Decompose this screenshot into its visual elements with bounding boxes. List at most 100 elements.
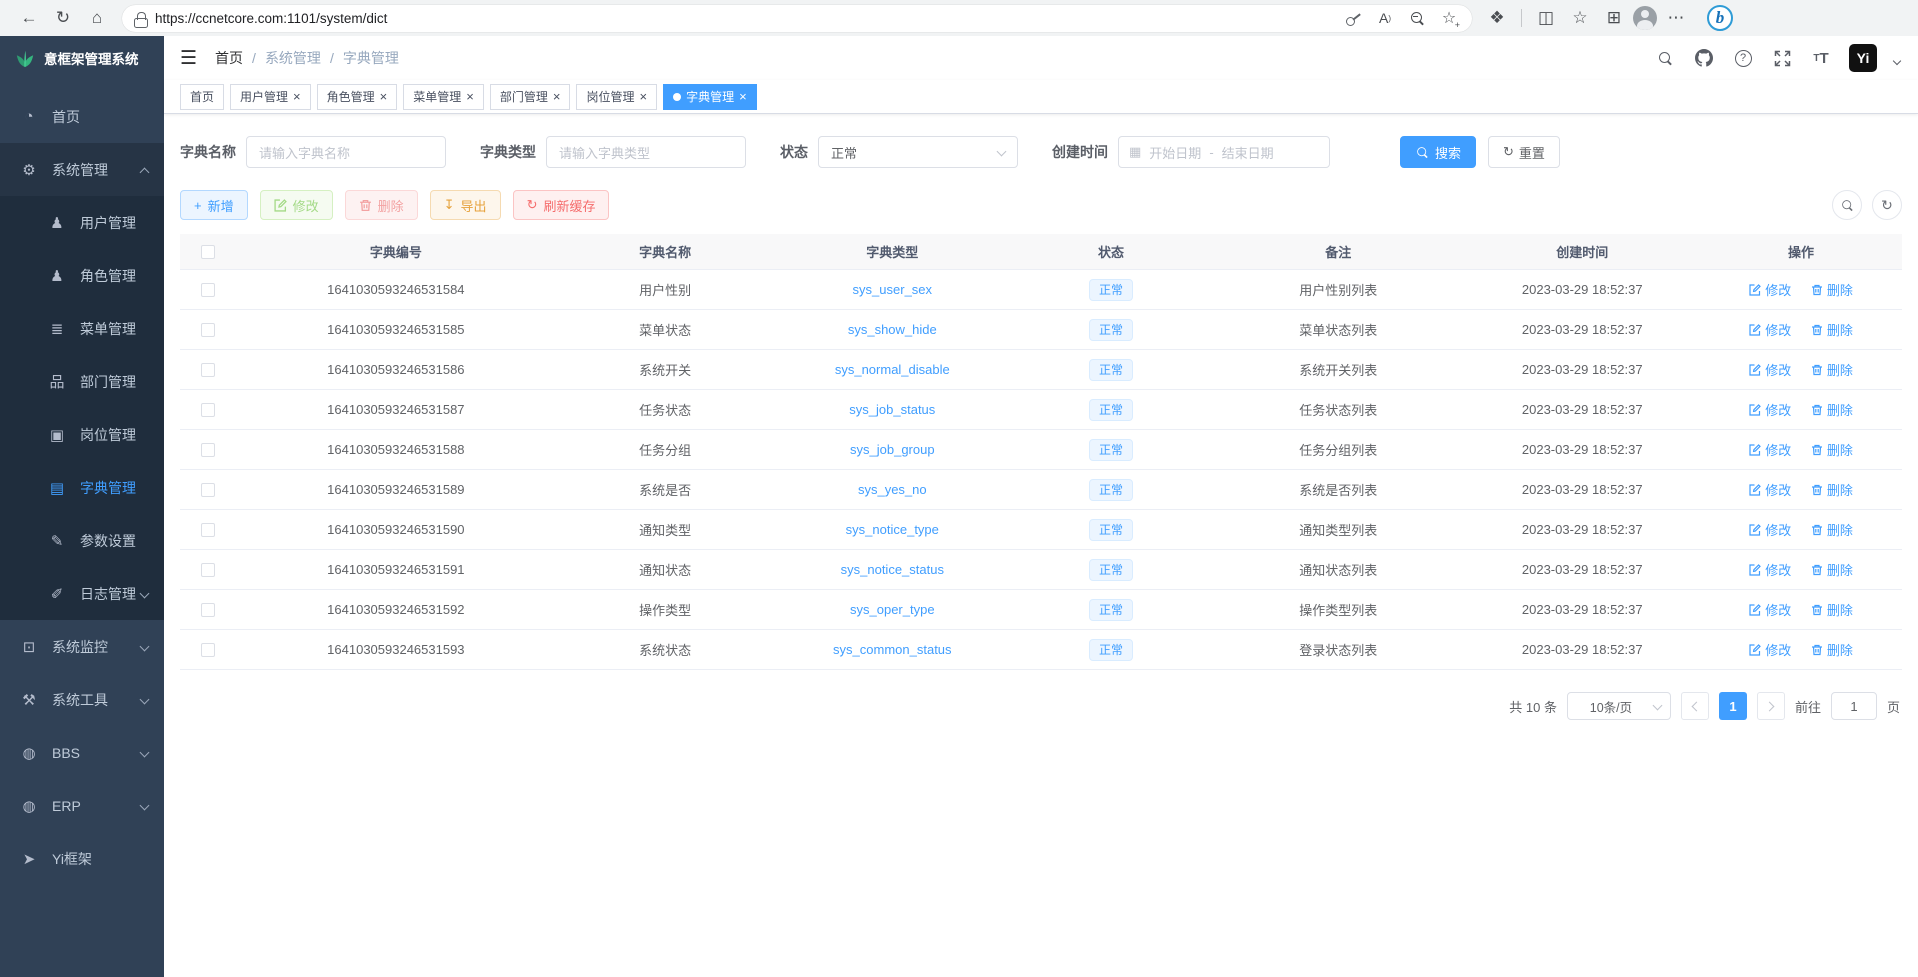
sidebar-item[interactable]: ⚙ 系统管理 — [0, 143, 164, 196]
tab[interactable]: 岗位管理 × — [576, 84, 657, 110]
back-icon[interactable]: ← — [14, 4, 44, 32]
favorites-icon[interactable]: ☆ — [1565, 4, 1595, 32]
row-checkbox[interactable] — [201, 283, 215, 297]
tab-close-icon[interactable]: × — [639, 89, 647, 104]
row-edit-link[interactable]: 修改 — [1749, 360, 1791, 379]
split-screen-icon[interactable]: ◫ — [1531, 4, 1561, 32]
home-icon[interactable]: ⌂ — [82, 4, 112, 32]
row-edit-link[interactable]: 修改 — [1749, 280, 1791, 299]
browser-menu-icon[interactable]: ⋯ — [1661, 4, 1691, 32]
row-checkbox[interactable] — [201, 403, 215, 417]
sidebar-collapse-icon[interactable]: ☰ — [180, 47, 197, 70]
help-icon[interactable]: ? — [1732, 47, 1754, 69]
page-size-select[interactable]: 10条/页 — [1567, 692, 1671, 720]
next-page-button[interactable] — [1757, 692, 1785, 720]
browser-essentials-icon[interactable]: ❖ — [1482, 4, 1512, 32]
row-delete-link[interactable]: 删除 — [1811, 640, 1853, 659]
sidebar-item[interactable]: ♟ 角色管理 — [0, 249, 164, 302]
tab[interactable]: 用户管理 × — [230, 84, 311, 110]
row-edit-link[interactable]: 修改 — [1749, 640, 1791, 659]
row-delete-link[interactable]: 删除 — [1811, 280, 1853, 299]
sidebar-item[interactable]: ⚒ 系统工具 — [0, 673, 164, 726]
sidebar-item[interactable]: ▤ 字典管理 — [0, 461, 164, 514]
row-delete-link[interactable]: 删除 — [1811, 400, 1853, 419]
export-button[interactable]: ↧ 导出 — [430, 190, 501, 220]
refresh-table-button[interactable]: ↻ — [1872, 190, 1902, 220]
url-bar[interactable]: https://ccnetcore.com:1101/system/dict A… — [122, 5, 1472, 32]
dict-type-link[interactable]: sys_job_group — [850, 442, 935, 457]
tab[interactable]: 菜单管理 × — [403, 84, 484, 110]
dict-type-link[interactable]: sys_yes_no — [858, 482, 927, 497]
row-checkbox[interactable] — [201, 643, 215, 657]
row-edit-link[interactable]: 修改 — [1749, 440, 1791, 459]
tab-close-icon[interactable]: × — [380, 89, 388, 104]
row-delete-link[interactable]: 删除 — [1811, 320, 1853, 339]
fullscreen-icon[interactable] — [1771, 47, 1793, 69]
row-checkbox[interactable] — [201, 483, 215, 497]
row-checkbox[interactable] — [201, 323, 215, 337]
reload-icon[interactable]: ↻ — [48, 4, 78, 32]
toggle-search-button[interactable] — [1832, 190, 1862, 220]
date-range-picker[interactable]: ▦ 开始日期 - 结束日期 — [1118, 136, 1330, 168]
goto-page-input[interactable] — [1831, 692, 1877, 720]
row-checkbox[interactable] — [201, 523, 215, 537]
row-delete-link[interactable]: 删除 — [1811, 440, 1853, 459]
sidebar-item[interactable]: ▣ 岗位管理 — [0, 408, 164, 461]
tab[interactable]: 角色管理 × — [317, 84, 398, 110]
search-icon[interactable] — [1654, 47, 1676, 69]
sidebar-item[interactable]: ◍ BBS — [0, 726, 164, 779]
tab[interactable]: 部门管理 × — [490, 84, 571, 110]
sidebar-item[interactable]: ✐ 日志管理 — [0, 567, 164, 620]
sidebar-item[interactable]: ≣ 菜单管理 — [0, 302, 164, 355]
add-button[interactable]: + 新增 — [180, 190, 248, 220]
row-edit-link[interactable]: 修改 — [1749, 400, 1791, 419]
delete-button[interactable]: 删除 — [345, 190, 418, 220]
dict-type-link[interactable]: sys_normal_disable — [835, 362, 950, 377]
edit-button[interactable]: 修改 — [260, 190, 333, 220]
tab-close-icon[interactable]: × — [293, 89, 301, 104]
tab-close-icon[interactable]: × — [739, 89, 747, 104]
row-edit-link[interactable]: 修改 — [1749, 560, 1791, 579]
sidebar-item[interactable]: ➤ Yi框架 — [0, 832, 164, 885]
user-menu-caret-icon[interactable] — [1893, 57, 1901, 65]
dict-type-link[interactable]: sys_common_status — [833, 642, 952, 657]
lock-icon[interactable] — [134, 11, 146, 26]
row-checkbox[interactable] — [201, 563, 215, 577]
refresh-cache-button[interactable]: ↻ 刷新缓存 — [513, 190, 610, 220]
row-delete-link[interactable]: 删除 — [1811, 600, 1853, 619]
sidebar-item[interactable]: 品 部门管理 — [0, 355, 164, 408]
dict-type-input[interactable]: 请输入字典类型 — [546, 136, 746, 168]
prev-page-button[interactable] — [1681, 692, 1709, 720]
tab[interactable]: 首页 — [180, 84, 224, 110]
github-icon[interactable] — [1693, 47, 1715, 69]
reset-button[interactable]: ↻ 重置 — [1488, 136, 1560, 168]
dict-type-link[interactable]: sys_notice_status — [841, 562, 944, 577]
bing-copilot-icon[interactable]: b — [1707, 5, 1733, 31]
sidebar-item[interactable]: ⊡ 系统监控 — [0, 620, 164, 673]
sidebar-item[interactable]: ✎ 参数设置 — [0, 514, 164, 567]
font-size-icon[interactable]: TT — [1810, 47, 1832, 69]
tab-close-icon[interactable]: × — [466, 89, 474, 104]
dict-type-link[interactable]: sys_show_hide — [848, 322, 937, 337]
page-number[interactable]: 1 — [1719, 692, 1747, 720]
sidebar-item[interactable]: ◔ 首页 — [0, 90, 164, 143]
sidebar-item[interactable]: ◍ ERP — [0, 779, 164, 832]
row-edit-link[interactable]: 修改 — [1749, 480, 1791, 499]
row-checkbox[interactable] — [201, 603, 215, 617]
password-key-icon[interactable] — [1340, 4, 1366, 32]
sidebar-item[interactable]: ♟ 用户管理 — [0, 196, 164, 249]
zoom-out-icon[interactable] — [1404, 4, 1430, 32]
row-checkbox[interactable] — [201, 363, 215, 377]
row-edit-link[interactable]: 修改 — [1749, 600, 1791, 619]
row-edit-link[interactable]: 修改 — [1749, 520, 1791, 539]
tab[interactable]: 字典管理 × — [663, 84, 757, 110]
dict-name-input[interactable]: 请输入字典名称 — [246, 136, 446, 168]
row-delete-link[interactable]: 删除 — [1811, 560, 1853, 579]
read-aloud-icon[interactable]: A) — [1372, 4, 1398, 32]
row-edit-link[interactable]: 修改 — [1749, 320, 1791, 339]
row-delete-link[interactable]: 删除 — [1811, 520, 1853, 539]
dict-type-link[interactable]: sys_notice_type — [846, 522, 939, 537]
row-checkbox[interactable] — [201, 443, 215, 457]
row-delete-link[interactable]: 删除 — [1811, 360, 1853, 379]
status-select[interactable]: 正常 — [818, 136, 1018, 168]
